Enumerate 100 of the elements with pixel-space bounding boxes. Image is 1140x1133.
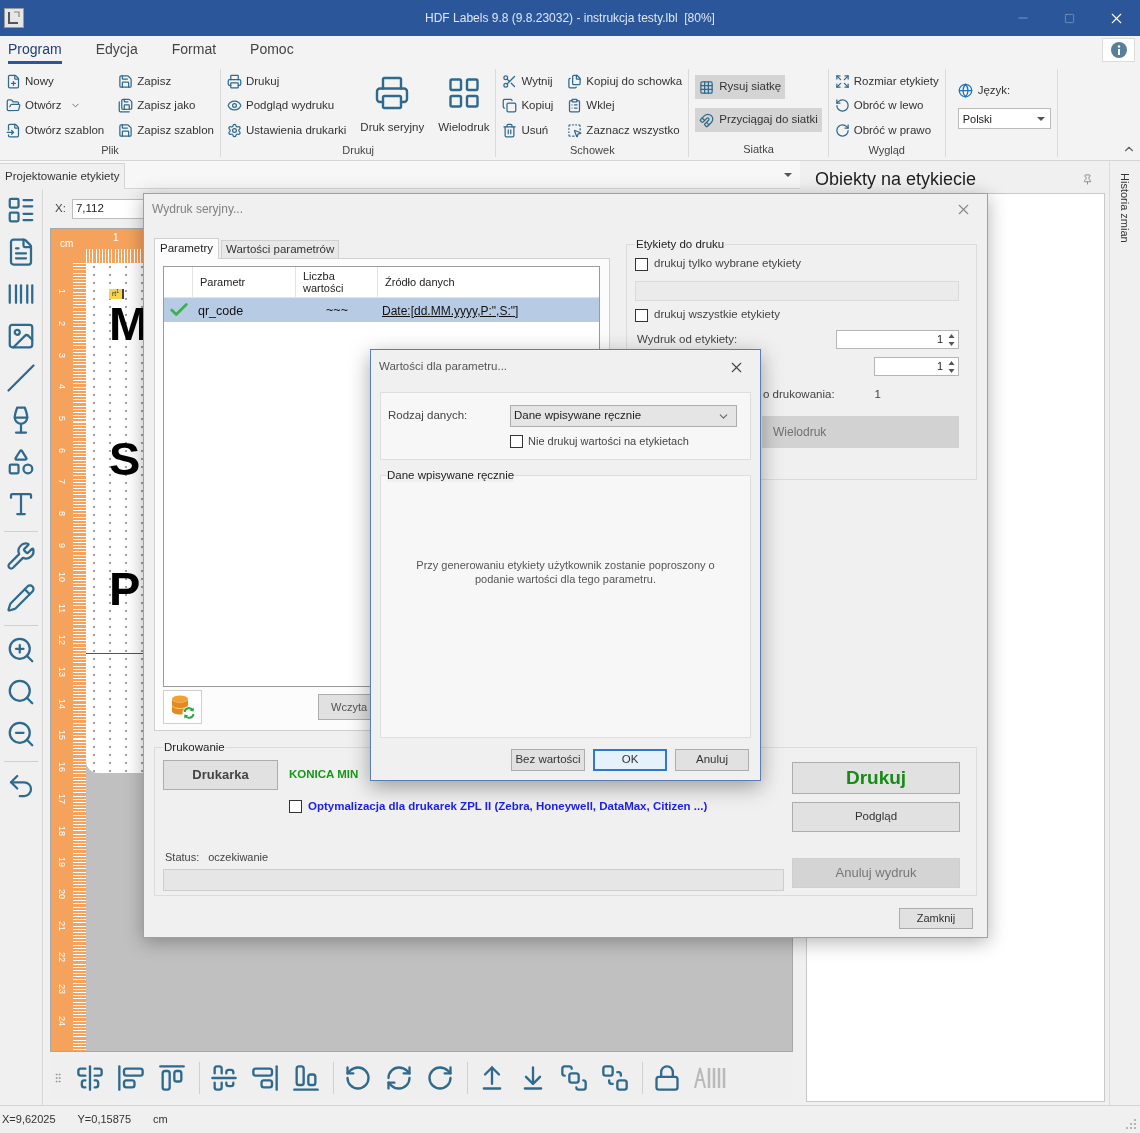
ruler-number: 18	[57, 825, 67, 836]
ribbon-large-button[interactable]: Wielodruk	[438, 69, 490, 137]
checkbox[interactable]	[635, 308, 648, 322]
menu-tab[interactable]: Edycja	[95, 38, 138, 64]
ribbon-button[interactable]: Kopiuj do schowka	[567, 70, 683, 93]
ribbon-button[interactable]: Ustawienia drukarki	[227, 119, 347, 142]
app-logo-icon[interactable]	[4, 8, 24, 28]
ribbon-button[interactable]: Zapisz szablon	[118, 119, 214, 142]
bring-to-front-icon[interactable]	[560, 1064, 588, 1092]
info-icon	[1110, 42, 1127, 58]
checkbox[interactable]	[289, 800, 302, 814]
dropdown-caret-icon[interactable]	[784, 172, 792, 177]
info-button[interactable]	[1102, 38, 1135, 62]
image-icon[interactable]	[6, 321, 36, 351]
align-right-icon[interactable]	[251, 1064, 279, 1092]
checkbox[interactable]	[510, 434, 523, 448]
data-type-select[interactable]: Dane wpisywane ręcznie	[510, 405, 737, 427]
ribbon-large-button[interactable]: Druk seryjny	[360, 69, 425, 137]
resize-grip-icon[interactable]	[1126, 1119, 1136, 1129]
dropdown-caret-icon[interactable]	[1036, 116, 1045, 121]
ribbon-button[interactable]: Obróć w prawo	[834, 119, 939, 142]
send-to-back-icon[interactable]	[601, 1064, 629, 1092]
group-label: Plik	[101, 142, 119, 158]
line-icon[interactable]	[6, 363, 36, 393]
align-top-icon[interactable]	[158, 1064, 186, 1092]
ribbon-button[interactable]: Usuń	[502, 119, 554, 142]
side-tab[interactable]: Historia zmian	[1116, 173, 1134, 243]
ribbon-button[interactable]: Otwórz szablon	[6, 119, 105, 142]
ruler-number: 4	[57, 384, 67, 390]
ribbon-button[interactable]: Zapisz jako	[118, 94, 214, 117]
lock-icon[interactable]	[653, 1064, 681, 1092]
menu-tab[interactable]: Format	[171, 38, 217, 64]
column-header[interactable]: Parametr	[200, 273, 246, 291]
rotate-right-icon[interactable]	[426, 1064, 454, 1092]
ribbon-button[interactable]: Drukuj	[227, 70, 347, 93]
column-header[interactable]: Źródło danych	[385, 273, 455, 291]
ruler-number: 16	[57, 762, 67, 773]
label-text: P	[109, 565, 141, 613]
grid-icon	[699, 79, 715, 95]
checkbox[interactable]	[635, 257, 648, 271]
number-spinner[interactable]: 1	[874, 357, 959, 376]
ribbon-button[interactable]: Obróć w lewo	[834, 94, 939, 117]
wrench-icon[interactable]	[6, 541, 36, 571]
ruler-unit: cm	[60, 239, 74, 249]
ribbon-toggle-button[interactable]: Przyciągaj do siatki	[695, 108, 822, 132]
align-center-horizontal-icon[interactable]	[210, 1064, 238, 1092]
ruler-number: 15	[57, 730, 67, 741]
layout-list-icon[interactable]	[6, 195, 36, 225]
shapes-icon[interactable]	[6, 447, 36, 477]
coordinate-field[interactable]: 7,112	[71, 198, 146, 219]
window-title: HDF Labels 9.8 (9.8.23032) - instrukcja testy.lbl [80%]	[425, 10, 715, 27]
status-text: Y=0,15875	[77, 1112, 132, 1128]
dialog-button[interactable]: Wczyta	[318, 694, 372, 720]
dialog-button[interactable]: OK	[593, 749, 667, 771]
align-center-vertical-icon[interactable]	[76, 1064, 104, 1092]
rotate-right-icon	[834, 122, 850, 138]
number-spinner[interactable]: 1	[836, 330, 959, 349]
dialog-button[interactable]: Anuluj	[675, 749, 749, 771]
spinner-arrows-icon[interactable]	[948, 332, 955, 347]
column-header[interactable]: Liczba wartości	[303, 270, 353, 294]
table-row[interactable]: qr_code ~~~ Date:[dd.MM.yyyy,P:",S:"]	[164, 298, 599, 322]
dialog-button[interactable]: Bez wartości	[511, 749, 585, 771]
ribbon-button[interactable]: Zaznacz wszystko	[567, 119, 683, 142]
document-tab[interactable]: Projektowanie etykiety	[0, 163, 126, 189]
group-label: Schowek	[570, 142, 615, 158]
ruler-number: 5	[57, 416, 67, 422]
search-icon[interactable]	[6, 677, 36, 707]
ruler-number: 24	[57, 1015, 67, 1026]
data-source-button[interactable]	[163, 690, 202, 724]
ribbon-button[interactable]: Zapisz	[118, 70, 214, 93]
ribbon-button[interactable]: Rozmiar etykiety	[834, 70, 939, 93]
dialog-tab[interactable]: Wartości parametrów	[221, 240, 340, 258]
zoom-in-icon[interactable]	[6, 635, 36, 665]
ribbon-button[interactable]: Otwórz	[6, 94, 105, 117]
dialog-tab[interactable]: Parametry	[154, 238, 220, 259]
ribbon-button[interactable]: Podgląd wydruku	[227, 94, 347, 117]
align-left-icon[interactable]	[117, 1064, 145, 1092]
spinner-arrows-icon[interactable]	[948, 359, 955, 374]
dialog-title: Wydruk seryjny...	[152, 201, 244, 218]
refresh-icon[interactable]	[385, 1064, 413, 1092]
panel-title: Obiekty na etykiecie	[815, 167, 977, 191]
printer-button[interactable]: Drukarka	[163, 760, 278, 790]
zoom-out-icon[interactable]	[6, 719, 36, 749]
files-icon	[567, 73, 583, 89]
rotate-left-icon[interactable]	[344, 1064, 372, 1092]
ribbon-button[interactable]: Wklej	[567, 94, 683, 117]
dialog-button[interactable]: Zamknij	[899, 908, 973, 929]
ribbon-button[interactable]: Nowy	[6, 70, 105, 93]
ruler-number: 12	[57, 635, 67, 646]
dialog-button[interactable]: Podgląd	[792, 802, 960, 832]
ribbon-button[interactable]: Kopiuj	[502, 94, 554, 117]
menu-tab[interactable]: Pomoc	[250, 38, 294, 64]
ruler-number: 6	[57, 447, 67, 453]
settings-icon	[227, 122, 242, 138]
pencil-icon[interactable]	[6, 583, 36, 613]
printer-icon	[227, 73, 242, 89]
language-select[interactable]: Polski	[957, 108, 1051, 130]
ribbon-button[interactable]: Wytnij	[502, 70, 554, 93]
align-bottom-icon[interactable]	[292, 1064, 320, 1092]
ribbon-toggle-button[interactable]: Rysuj siatkę	[695, 75, 786, 99]
